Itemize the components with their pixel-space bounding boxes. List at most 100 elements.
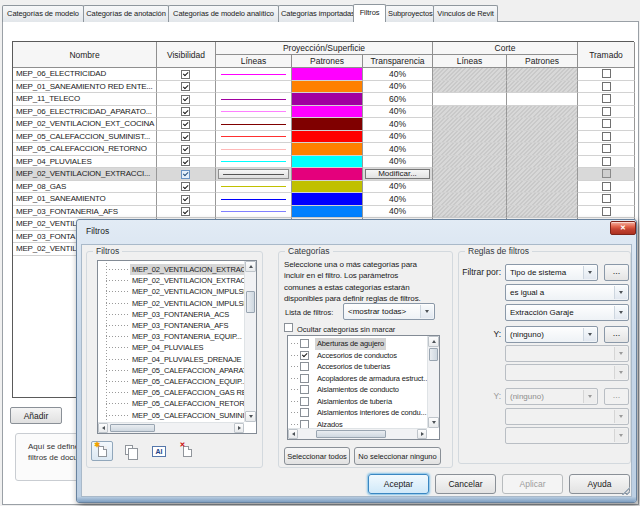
- category-checkbox[interactable]: [300, 362, 309, 371]
- visibility-checkbox[interactable]: [181, 107, 190, 116]
- rule-more-button[interactable]: ...: [604, 264, 629, 281]
- cut-lines-cell[interactable]: [433, 156, 507, 169]
- rule-more-button[interactable]: ...: [604, 388, 629, 405]
- projection-lines-cell[interactable]: [216, 168, 292, 181]
- projection-pattern-cell[interactable]: [292, 168, 363, 181]
- table-row-name[interactable]: MEP_06_ELECTRICIDAD_APARATO...: [13, 106, 157, 119]
- table-row-name[interactable]: MEP_05_CALEFACCION_SUMINIST...: [13, 131, 157, 144]
- projection-lines-cell[interactable]: [216, 93, 292, 106]
- cut-pattern-cell[interactable]: [507, 156, 578, 169]
- filter-list-item[interactable]: MEP_03_FONTANERIA_AFS: [98, 320, 243, 331]
- scroll-down-button[interactable]: [245, 411, 256, 422]
- projection-pattern-cell[interactable]: [292, 193, 363, 206]
- table-row-name[interactable]: MEP_01_SANEAMIENTO: [13, 193, 157, 206]
- transparency-cell[interactable]: 40%: [363, 143, 433, 156]
- halftone-checkbox[interactable]: [602, 94, 611, 103]
- tab-v-nculos-de-revit[interactable]: Vínculos de Revit: [433, 5, 498, 22]
- visibility-cell[interactable]: [157, 181, 216, 194]
- visibility-cell[interactable]: [157, 206, 216, 219]
- projection-lines-cell[interactable]: [216, 206, 292, 219]
- halftone-checkbox[interactable]: [602, 119, 611, 128]
- category-item[interactable]: Aislamientos interiores de condu...: [288, 407, 426, 419]
- halftone-cell[interactable]: [578, 81, 635, 94]
- scroll-thumb[interactable]: [429, 348, 438, 361]
- tab-categor-as-de-modelo[interactable]: Categorías de modelo: [2, 5, 84, 22]
- cut-lines-cell[interactable]: [433, 81, 507, 94]
- visibility-checkbox[interactable]: [181, 195, 190, 204]
- category-item[interactable]: Acopladores de armadura estruct...: [288, 373, 426, 385]
- transparency-cell[interactable]: 40%: [363, 181, 433, 194]
- transparency-cell[interactable]: 40%: [363, 81, 433, 94]
- transparency-cell[interactable]: 40%: [363, 193, 433, 206]
- halftone-checkbox[interactable]: [602, 182, 611, 191]
- filter-list-item[interactable]: MEP_05_CALEFACCION_GAS RE: [98, 387, 243, 398]
- visibility-cell[interactable]: [157, 118, 216, 131]
- duplicate-filter-button[interactable]: [119, 441, 141, 461]
- cut-lines-cell[interactable]: [433, 93, 507, 106]
- halftone-cell[interactable]: [578, 118, 635, 131]
- filter-list-item[interactable]: MEP_04_PLUVIALES: [98, 342, 243, 353]
- visibility-checkbox[interactable]: [181, 207, 190, 216]
- visibility-checkbox[interactable]: [181, 157, 190, 166]
- cut-lines-cell[interactable]: [433, 118, 507, 131]
- filter-list-item[interactable]: MEP_05_CALEFACCION_EQUIP..: [98, 376, 243, 387]
- table-row-name[interactable]: MEP_04_PLUVIALES: [13, 156, 157, 169]
- projection-pattern-cell[interactable]: [292, 131, 363, 144]
- rule-dropdown[interactable]: [505, 345, 629, 362]
- projection-pattern-cell[interactable]: [292, 118, 363, 131]
- projection-lines-cell[interactable]: [216, 118, 292, 131]
- filter-list-item[interactable]: MEP_03_FONTANERIA_ACS: [98, 309, 243, 320]
- projection-pattern-cell[interactable]: [292, 81, 363, 94]
- halftone-cell[interactable]: [578, 68, 635, 81]
- cut-pattern-cell[interactable]: [507, 181, 578, 194]
- visibility-cell[interactable]: [157, 156, 216, 169]
- projection-pattern-cell[interactable]: [292, 156, 363, 169]
- filter-list-dropdown[interactable]: <mostrar todas>: [343, 303, 435, 320]
- filter-list-item[interactable]: MEP_04_PLUVIALES_DRENAJE: [98, 354, 243, 365]
- scroll-up-button[interactable]: [245, 261, 256, 272]
- halftone-cell[interactable]: [578, 156, 635, 169]
- table-row-name[interactable]: MEP_08_GAS: [13, 181, 157, 194]
- transparency-cell[interactable]: 40%: [363, 156, 433, 169]
- visibility-checkbox[interactable]: [181, 120, 190, 129]
- cut-lines-cell[interactable]: [433, 181, 507, 194]
- tab-subproyectos[interactable]: Subproyectos: [385, 5, 434, 22]
- visibility-checkbox[interactable]: [181, 132, 190, 141]
- scroll-left-button[interactable]: [98, 423, 108, 433]
- halftone-checkbox[interactable]: [602, 207, 611, 216]
- table-row-name[interactable]: MEP_02_VENTILACION_EXTRACCI...: [13, 168, 157, 181]
- help-button[interactable]: Ayuda: [569, 474, 630, 494]
- resize-grip[interactable]: [622, 487, 630, 495]
- category-checkbox[interactable]: [300, 397, 309, 406]
- cut-pattern-cell[interactable]: [507, 131, 578, 144]
- table-row-name[interactable]: MEP_03_FONTANERIA_AFS: [13, 206, 157, 219]
- cut-pattern-cell[interactable]: [507, 143, 578, 156]
- cut-pattern-cell[interactable]: [507, 93, 578, 106]
- table-row-name[interactable]: MEP_06_ELECTRICIDAD: [13, 68, 157, 81]
- delete-filter-button[interactable]: ✕: [176, 441, 198, 461]
- category-item[interactable]: Aislamientos de conducto: [288, 384, 426, 396]
- rule-dropdown[interactable]: [505, 364, 629, 381]
- transparency-cell[interactable]: 40%: [363, 106, 433, 119]
- halftone-cell[interactable]: [578, 93, 635, 106]
- transparency-cell[interactable]: 40%: [363, 131, 433, 144]
- transparency-cell[interactable]: 40%: [363, 68, 433, 81]
- projection-lines-cell[interactable]: [216, 181, 292, 194]
- visibility-cell[interactable]: [157, 81, 216, 94]
- visibility-cell[interactable]: [157, 106, 216, 119]
- category-checkbox[interactable]: [300, 385, 309, 394]
- table-row-name[interactable]: MEP_02_VENTILACION_EXT_COCINA: [13, 118, 157, 131]
- apply-button[interactable]: Aplicar: [502, 474, 563, 494]
- rule-dropdown[interactable]: es igual a: [505, 284, 629, 301]
- visibility-checkbox[interactable]: [181, 82, 190, 91]
- cut-pattern-cell[interactable]: [507, 81, 578, 94]
- projection-lines-cell[interactable]: [216, 106, 292, 119]
- filters-hscrollbar[interactable]: [98, 422, 244, 433]
- visibility-cell[interactable]: [157, 193, 216, 206]
- rule-dropdown[interactable]: [505, 427, 629, 444]
- select-all-button[interactable]: Seleccionar todos: [284, 447, 350, 465]
- categories-vscrollbar[interactable]: [427, 336, 439, 428]
- visibility-cell[interactable]: [157, 131, 216, 144]
- category-item[interactable]: Accesorios de tuberías: [288, 361, 426, 373]
- add-button[interactable]: Añadir: [10, 407, 62, 424]
